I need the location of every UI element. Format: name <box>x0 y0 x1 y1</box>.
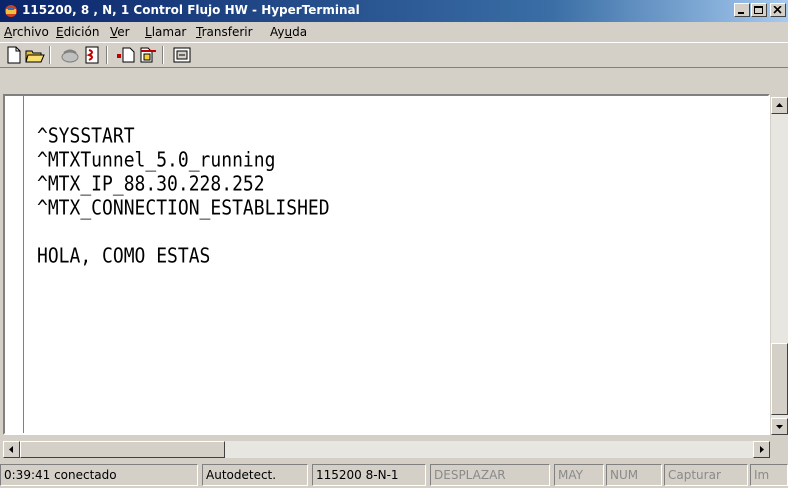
minimize-button[interactable] <box>734 3 750 17</box>
menu-transferir[interactable]: Transferir <box>196 25 253 39</box>
menu-edicion-label: dición <box>63 25 100 39</box>
maximize-button[interactable] <box>751 3 767 17</box>
arrow-left-icon <box>9 446 13 453</box>
hyperterminal-icon <box>5 5 17 17</box>
send-icon[interactable] <box>116 46 136 64</box>
menu-llamar-label: lamar <box>151 25 187 39</box>
status-capture: Capturar <box>664 464 748 486</box>
terminal-line: ^MTX_IP_88.30.228.252 <box>37 172 265 197</box>
window-title: 115200, 8 , N, 1 Control Flujo HW - Hype… <box>22 3 360 17</box>
scroll-down-button[interactable] <box>771 418 788 435</box>
arrow-up-icon <box>776 103 783 107</box>
close-icon <box>773 6 782 14</box>
dial-icon[interactable] <box>82 46 102 64</box>
menu-archivo-accel: A <box>4 25 13 39</box>
toolbar <box>0 42 788 68</box>
status-caps-lock: MAY <box>554 464 604 486</box>
horizontal-scroll-thumb[interactable] <box>20 441 225 458</box>
menu-ayuda-accel: u <box>284 25 293 39</box>
status-bar: 0:39:41 conectado Autodetect. 115200 8-N… <box>0 462 788 488</box>
terminal-frame: ^SYSSTART ^MTXTunnel_5.0_running ^MTX_IP… <box>3 94 770 435</box>
title-bar[interactable]: 115200, 8 , N, 1 Control Flujo HW - Hype… <box>0 0 788 22</box>
menu-ver[interactable]: Ver <box>110 25 130 39</box>
status-port-params: 115200 8-N-1 <box>312 464 426 486</box>
new-connection-icon[interactable] <box>4 46 24 64</box>
menu-ayuda[interactable]: Ayuda <box>270 25 307 39</box>
status-autodetect: Autodetect. <box>202 464 308 486</box>
scroll-up-button[interactable] <box>771 97 788 114</box>
arrow-down-icon <box>776 425 783 429</box>
terminal-line: ^MTX_CONNECTION_ESTABLISHED <box>37 196 330 221</box>
disconnect-icon[interactable] <box>60 46 80 64</box>
menu-llamar[interactable]: Llamar <box>145 25 186 39</box>
toolbar-separator <box>162 46 164 64</box>
terminal-line: ^MTXTunnel_5.0_running <box>37 148 276 173</box>
status-connection-time: 0:39:41 conectado <box>0 464 198 486</box>
vertical-scrollbar[interactable] <box>771 97 788 435</box>
menu-transferir-label: ransferir <box>201 25 253 39</box>
menu-ver-label: er <box>117 25 130 39</box>
close-button[interactable] <box>770 3 786 17</box>
status-scroll-lock: DESPLAZAR <box>430 464 550 486</box>
menu-archivo-label: rchivo <box>12 25 49 39</box>
scroll-left-button[interactable] <box>3 441 20 458</box>
terminal-line: HOLA, COMO ESTAS <box>37 244 211 269</box>
menu-ayuda-pre: Ay <box>270 25 285 39</box>
menu-llamar-accel: L <box>145 25 152 39</box>
open-icon[interactable] <box>25 46 45 64</box>
minimize-icon <box>738 12 744 14</box>
menu-archivo[interactable]: Archivo <box>4 25 49 39</box>
maximize-icon <box>754 6 763 14</box>
toolbar-separator <box>106 46 108 64</box>
properties-icon[interactable] <box>172 46 192 64</box>
terminal-output[interactable]: ^SYSSTART ^MTXTunnel_5.0_running ^MTX_IP… <box>31 118 731 418</box>
horizontal-scrollbar[interactable] <box>3 441 770 458</box>
terminal-left-margin <box>5 96 24 433</box>
menu-edicion[interactable]: Edición <box>56 25 99 39</box>
arrow-right-icon <box>760 446 764 453</box>
receive-icon[interactable] <box>138 46 158 64</box>
menu-ayuda-label: da <box>292 25 308 39</box>
status-num-lock: NUM <box>606 464 662 486</box>
vertical-scroll-thumb[interactable] <box>771 343 788 415</box>
terminal-line: ^SYSSTART <box>37 124 135 149</box>
menu-bar: Archivo Edición Ver Llamar Transferir Ay… <box>0 22 788 42</box>
status-print-echo: Im <box>750 464 788 486</box>
menu-edicion-accel: E <box>56 25 64 39</box>
scroll-right-button[interactable] <box>753 441 770 458</box>
toolbar-separator <box>49 46 51 64</box>
